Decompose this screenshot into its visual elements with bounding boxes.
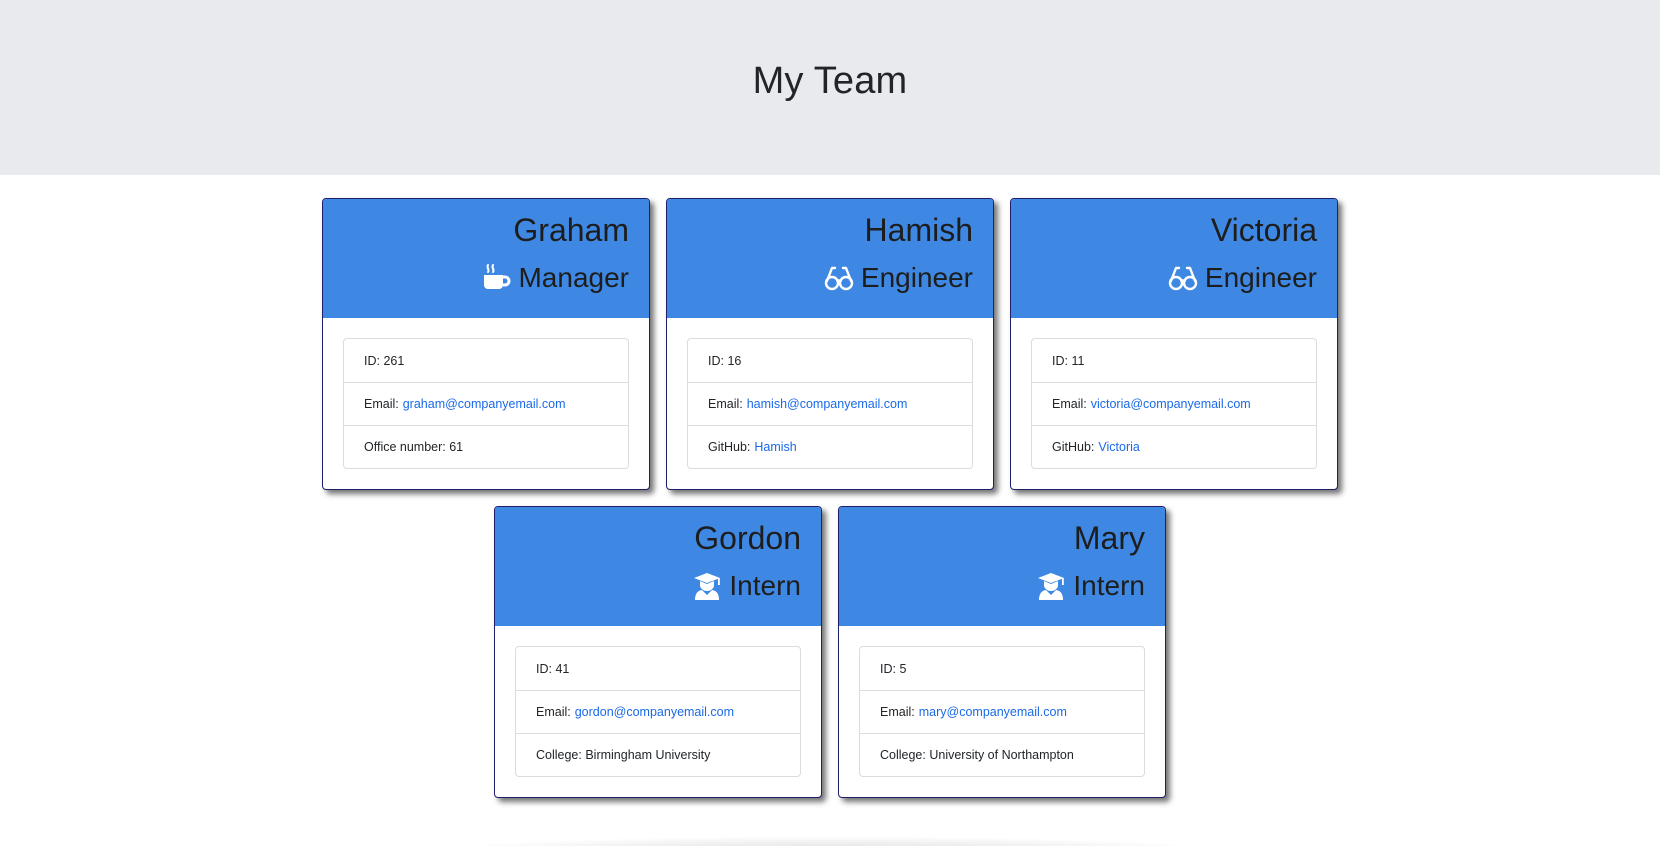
card-body: ID: 11 Email: victoria@companyemail.com …	[1011, 318, 1337, 489]
graduate-icon	[1035, 570, 1067, 602]
details-list: ID: 11 Email: victoria@companyemail.com …	[1031, 338, 1317, 469]
details-list: ID: 261 Email: graham@companyemail.com O…	[343, 338, 629, 469]
employee-card: Victoria Engineer ID: 11 Email: victoria…	[1010, 198, 1338, 490]
email-link[interactable]: graham@companyemail.com	[403, 397, 566, 411]
github-link[interactable]: Victoria	[1098, 440, 1139, 454]
card-header: Mary Intern	[839, 507, 1165, 626]
id-item: ID: 5	[860, 647, 1144, 690]
card-body: ID: 16 Email: hamish@companyemail.com Gi…	[667, 318, 993, 489]
employee-name: Victoria	[1210, 212, 1317, 248]
id-text: ID: 5	[880, 661, 907, 676]
employee-name: Hamish	[864, 212, 973, 248]
email-label: Email:	[708, 397, 743, 411]
employee-role: Intern	[859, 567, 1145, 605]
employee-name: Graham	[513, 212, 629, 248]
github-label: GitHub:	[708, 440, 751, 454]
employee-role: Engineer	[1031, 259, 1317, 297]
role-label: Engineer	[1204, 262, 1317, 293]
role-label: Engineer	[860, 262, 973, 293]
email-label: Email:	[364, 397, 399, 411]
github-item: GitHub: Hamish	[688, 425, 972, 468]
id-item: ID: 261	[344, 339, 628, 382]
team-row: Graham Manager ID: 261 Email: graham@com…	[0, 198, 1660, 490]
email-item: Email: hamish@companyemail.com	[688, 382, 972, 425]
team-row: Gordon Intern ID: 41 Email: gordon@compa…	[0, 506, 1660, 798]
employee-card: Gordon Intern ID: 41 Email: gordon@compa…	[494, 506, 822, 798]
employee-role: Engineer	[687, 259, 973, 297]
employee-card: Mary Intern ID: 5 Email: mary@companyema…	[838, 506, 1166, 798]
email-item: Email: victoria@companyemail.com	[1032, 382, 1316, 425]
glasses-icon	[823, 262, 855, 294]
id-item: ID: 41	[516, 647, 800, 690]
card-header: Gordon Intern	[495, 507, 821, 626]
email-link[interactable]: gordon@companyemail.com	[575, 705, 734, 719]
employee-name: Gordon	[694, 520, 801, 556]
graduate-icon	[691, 570, 723, 602]
page-header: My Team	[0, 0, 1660, 175]
employee-name: Mary	[1073, 520, 1145, 556]
mug-icon	[480, 262, 512, 294]
office-number-item: Office number: 61	[344, 425, 628, 468]
id-item: ID: 11	[1032, 339, 1316, 382]
card-body: ID: 5 Email: mary@companyemail.com Colle…	[839, 626, 1165, 797]
id-text: ID: 41	[536, 661, 570, 676]
email-label: Email:	[1052, 397, 1087, 411]
email-label: Email:	[880, 705, 915, 719]
college-text: College: Birmingham University	[536, 748, 711, 762]
email-link[interactable]: victoria@companyemail.com	[1091, 397, 1251, 411]
id-text: ID: 11	[1052, 353, 1085, 368]
office-number-text: Office number: 61	[364, 440, 464, 454]
email-link[interactable]: hamish@companyemail.com	[747, 397, 908, 411]
employee-role: Manager	[343, 259, 629, 297]
card-header: Hamish Engineer	[667, 199, 993, 318]
card-body: ID: 261 Email: graham@companyemail.com O…	[323, 318, 649, 489]
employee-card: Hamish Engineer ID: 16 Email: hamish@com…	[666, 198, 994, 490]
glasses-icon	[1167, 262, 1199, 294]
id-text: ID: 16	[708, 353, 742, 368]
card-header: Graham Manager	[323, 199, 649, 318]
github-label: GitHub:	[1052, 440, 1095, 454]
github-link[interactable]: Hamish	[754, 440, 796, 454]
page-title: My Team	[752, 60, 908, 102]
card-header: Victoria Engineer	[1011, 199, 1337, 318]
role-label: Intern	[729, 570, 801, 601]
email-item: Email: gordon@companyemail.com	[516, 690, 800, 733]
email-item: Email: mary@companyemail.com	[860, 690, 1144, 733]
card-body: ID: 41 Email: gordon@companyemail.com Co…	[495, 626, 821, 797]
email-label: Email:	[536, 705, 571, 719]
details-list: ID: 5 Email: mary@companyemail.com Colle…	[859, 646, 1145, 777]
details-list: ID: 41 Email: gordon@companyemail.com Co…	[515, 646, 801, 777]
details-list: ID: 16 Email: hamish@companyemail.com Gi…	[687, 338, 973, 469]
employee-card: Graham Manager ID: 261 Email: graham@com…	[322, 198, 650, 490]
id-text: ID: 261	[364, 353, 405, 368]
employee-role: Intern	[515, 567, 801, 605]
college-item: College: Birmingham University	[516, 733, 800, 776]
college-text: College: University of Northampton	[880, 748, 1074, 762]
team-grid: Graham Manager ID: 261 Email: graham@com…	[0, 198, 1660, 798]
role-label: Manager	[518, 262, 629, 293]
footer-shadow	[430, 836, 1230, 846]
github-item: GitHub: Victoria	[1032, 425, 1316, 468]
id-item: ID: 16	[688, 339, 972, 382]
email-link[interactable]: mary@companyemail.com	[919, 705, 1067, 719]
role-label: Intern	[1073, 570, 1145, 601]
college-item: College: University of Northampton	[860, 733, 1144, 776]
email-item: Email: graham@companyemail.com	[344, 382, 628, 425]
